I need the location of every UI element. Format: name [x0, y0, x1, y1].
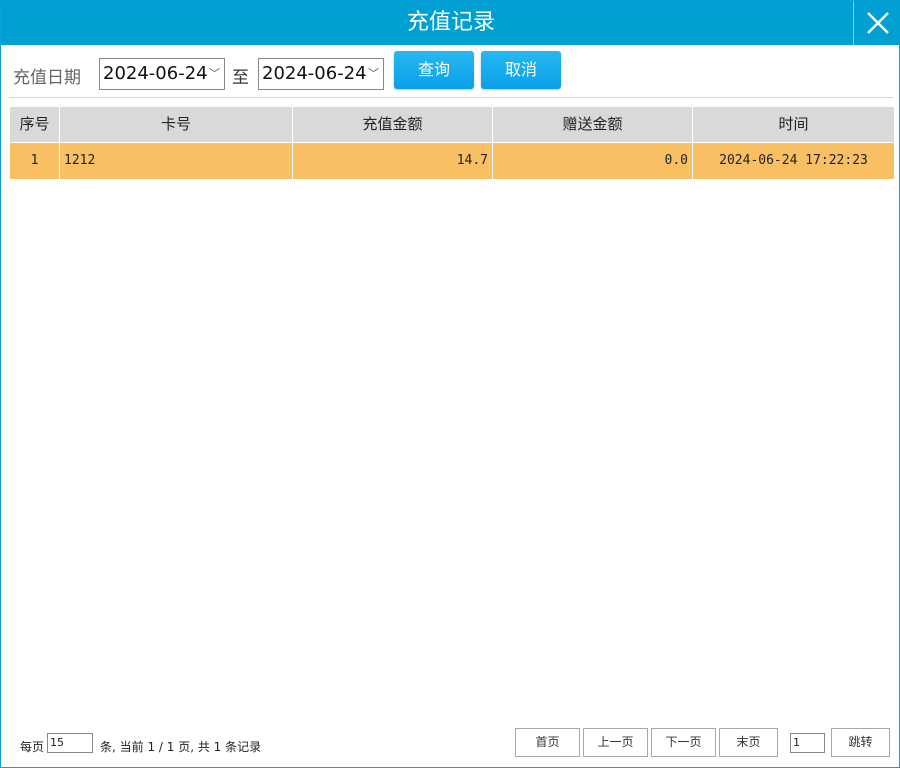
cell-bonus-amount: 0.0 [493, 143, 693, 179]
page-info: 条, 当前 1 / 1 页, 共 1 条记录 [100, 740, 262, 754]
close-button[interactable] [853, 1, 900, 45]
cell-card-number: 1212 [60, 143, 293, 179]
end-date-picker[interactable]: 2024-06-24 ﹀ [258, 58, 384, 90]
header-card-number[interactable]: 卡号 [60, 107, 293, 142]
titlebar: 充值记录 [1, 1, 900, 45]
cell-recharge-amount: 14.7 [293, 143, 493, 179]
first-page-button[interactable]: 首页 [515, 728, 580, 757]
recharge-records-window: 充值记录 充值日期 2024-06-24 ﹀ 至 2024-06-24 ﹀ 查询… [0, 0, 900, 768]
divider [9, 97, 893, 98]
cancel-button[interactable]: 取消 [481, 51, 561, 89]
last-page-button[interactable]: 末页 [719, 728, 778, 757]
chevron-down-icon: ﹀ [209, 67, 220, 80]
chevron-down-icon: ﹀ [368, 67, 379, 80]
filter-bar: 充值日期 2024-06-24 ﹀ 至 2024-06-24 ﹀ 查询 取消 [1, 51, 900, 91]
header-bonus-amount[interactable]: 赠送金额 [493, 107, 693, 142]
query-button[interactable]: 查询 [394, 51, 474, 89]
jump-button[interactable]: 跳转 [831, 728, 890, 757]
next-page-button[interactable]: 下一页 [651, 728, 716, 757]
start-date-value: 2024-06-24 [103, 63, 208, 84]
date-label: 充值日期 [13, 68, 81, 88]
header-time[interactable]: 时间 [693, 107, 894, 142]
header-recharge-amount[interactable]: 充值金额 [293, 107, 493, 142]
start-date-picker[interactable]: 2024-06-24 ﹀ [99, 58, 225, 90]
pagination-bar: 每页 15 条, 当前 1 / 1 页, 共 1 条记录 首页 上一页 下一页 … [1, 727, 900, 759]
prev-page-button[interactable]: 上一页 [583, 728, 648, 757]
records-table: 序号 卡号 充值金额 赠送金额 时间 1 1212 14.7 0.0 2024-… [10, 107, 894, 179]
per-page-input[interactable]: 15 [47, 733, 93, 753]
end-date-value: 2024-06-24 [262, 63, 367, 84]
header-index[interactable]: 序号 [10, 107, 60, 142]
table-row[interactable]: 1 1212 14.7 0.0 2024-06-24 17:22:23 [10, 142, 894, 179]
close-icon [866, 12, 889, 34]
per-page-label: 每页 [20, 740, 45, 754]
cell-index: 1 [10, 143, 60, 179]
cell-time: 2024-06-24 17:22:23 [719, 153, 868, 168]
to-label: 至 [232, 68, 249, 88]
table-header: 序号 卡号 充值金额 赠送金额 时间 [10, 107, 894, 142]
jump-page-input[interactable]: 1 [790, 733, 825, 753]
window-title: 充值记录 [406, 10, 495, 35]
